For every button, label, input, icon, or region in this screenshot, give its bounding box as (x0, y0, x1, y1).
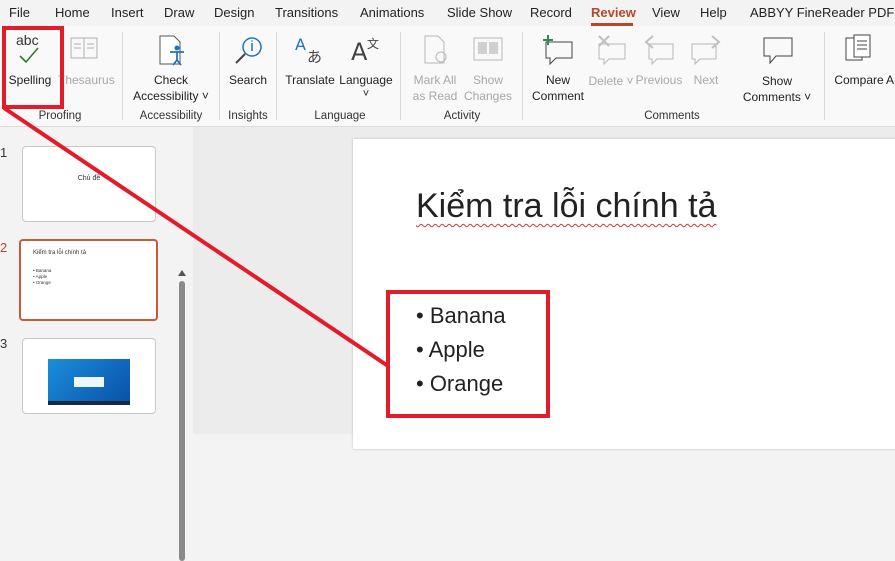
taskbar-preview (48, 401, 130, 405)
menu-animations[interactable]: Animations (360, 5, 424, 20)
thesaurus-button[interactable]: Thesaurus (58, 30, 115, 100)
screenshot-image (48, 359, 130, 405)
show-changes-icon (473, 37, 503, 61)
previous-comment-icon (644, 35, 674, 66)
slide-thumbnails-pane: 1 Chủ đề 2 Kiểm tra lỗi chính tả • Banan… (0, 127, 192, 561)
spelling-highlight-box (2, 26, 64, 109)
search-label: Search (228, 73, 268, 87)
menu-record[interactable]: Record (530, 5, 572, 20)
menu-slide-show[interactable]: Slide Show (447, 5, 512, 20)
comment-icon (763, 37, 793, 65)
menu-draw[interactable]: Draw (164, 5, 194, 20)
slide-number-1: 1 (0, 145, 8, 160)
menu-file[interactable]: File (9, 5, 30, 20)
accessibility-icon (159, 35, 184, 66)
check-accessibility-label-1: Check (153, 73, 188, 87)
check-accessibility-button[interactable]: Check Accessibility ˅ (128, 30, 214, 103)
menu-help[interactable]: Help (700, 5, 727, 20)
menu-design[interactable]: Design (214, 5, 254, 20)
group-activity: Activity (443, 110, 481, 122)
truncated-button-label: A (886, 73, 895, 87)
show-changes-button[interactable]: Show Changes (460, 30, 516, 103)
new-comment-icon (543, 35, 573, 66)
thumbnail-title: Chủ đề (77, 175, 101, 182)
thumbnails-scrollbar[interactable] (177, 267, 187, 561)
previous-label: Previous (635, 73, 683, 87)
book-icon (70, 37, 98, 59)
group-comments: Comments (644, 110, 700, 122)
language-icon: A 文 (351, 36, 379, 66)
thumbnail-bullet: • Banana (33, 268, 52, 273)
next-comment-icon (691, 35, 721, 66)
thumbnail-bullet: • Apple (33, 274, 48, 279)
delete-label: Delete ˅ (588, 74, 634, 88)
menu-view[interactable]: View (652, 5, 680, 20)
check-accessibility-label-2: Accessibility ˅ (133, 89, 209, 103)
show-changes-label-1: Show (472, 73, 504, 87)
show-changes-label-2: Changes (463, 89, 513, 103)
ribbon: abc Spelling Thesaurus Proofing Check Ac… (0, 26, 895, 127)
slide-thumbnail-2[interactable]: Kiểm tra lỗi chính tả • Banana • Apple •… (19, 239, 158, 321)
dialog-preview (74, 377, 104, 387)
document-check-icon (424, 35, 447, 64)
delete-comment-icon (598, 35, 626, 66)
divider (400, 32, 401, 120)
slide-number-2: 2 (0, 240, 8, 255)
slide-thumbnail-1[interactable]: Chủ đề (22, 146, 156, 222)
compare-icon (845, 34, 871, 61)
menu-home[interactable]: Home (55, 5, 90, 20)
previous-comment-button[interactable]: Previous (634, 30, 684, 102)
menu-transitions[interactable]: Transitions (275, 5, 338, 20)
show-comments-label-1: Show (761, 74, 793, 88)
mark-all-label-2: as Read (412, 89, 458, 103)
translate-icon: A あ (295, 35, 322, 66)
delete-comment-button[interactable]: Delete ˅ (588, 30, 634, 102)
divider (824, 32, 825, 120)
scrollbar-thumb[interactable] (179, 281, 185, 561)
group-proofing: Proofing (38, 110, 82, 122)
group-language: Language (314, 110, 366, 122)
mark-all-read-button[interactable]: Mark All as Read (408, 30, 462, 103)
bullets-highlight-box (386, 290, 550, 418)
menu-review[interactable]: Review (591, 5, 636, 20)
search-button[interactable]: Search (224, 30, 272, 100)
translate-button[interactable]: A あ Translate (283, 30, 337, 100)
language-button[interactable]: A 文 Language ˅ (338, 30, 394, 104)
new-comment-label-1: New (545, 73, 570, 87)
svg-text:あ: あ (307, 48, 322, 66)
group-insights: Insights (228, 110, 268, 122)
scroll-up-icon[interactable] (177, 267, 187, 279)
thumbnail-title: Kiểm tra lỗi chính tả (33, 250, 87, 256)
divider (219, 32, 220, 120)
svg-text:A: A (351, 38, 368, 66)
chevron-down-icon: ˅ (362, 88, 370, 100)
next-comment-button[interactable]: Next (684, 30, 728, 102)
new-comment-label-2: Comment (531, 89, 584, 103)
thesaurus-label: Thesaurus (58, 73, 115, 87)
group-accessibility: Accessibility (139, 110, 203, 122)
show-comments-label-2: Comments ˅ (742, 90, 812, 104)
compare-label: Compare (834, 73, 884, 87)
translate-label: Translate (285, 73, 335, 87)
search-icon (235, 37, 262, 64)
new-comment-button[interactable]: New Comment (528, 30, 588, 103)
menu-insert[interactable]: Insert (111, 5, 144, 20)
mark-all-label-1: Mark All (413, 73, 457, 87)
compare-button[interactable]: Compare (830, 30, 888, 100)
divider (522, 32, 523, 120)
slide-title[interactable]: Kiểm tra lỗi chính tả (416, 187, 716, 226)
slide-number-3: 3 (0, 336, 8, 351)
next-label: Next (693, 73, 719, 87)
thumbnail-bullet: • Orange (33, 280, 51, 285)
slide-thumbnail-3[interactable] (22, 338, 156, 414)
divider (122, 32, 123, 120)
svg-text:A: A (295, 35, 306, 54)
menu-abbyy[interactable]: ABBYY FineReader PDF (750, 5, 894, 20)
menu-bar: File Home Insert Draw Design Transitions… (0, 0, 895, 26)
divider (276, 32, 277, 120)
show-comments-button[interactable]: Show Comments ˅ (736, 30, 818, 104)
svg-text:文: 文 (367, 36, 379, 51)
